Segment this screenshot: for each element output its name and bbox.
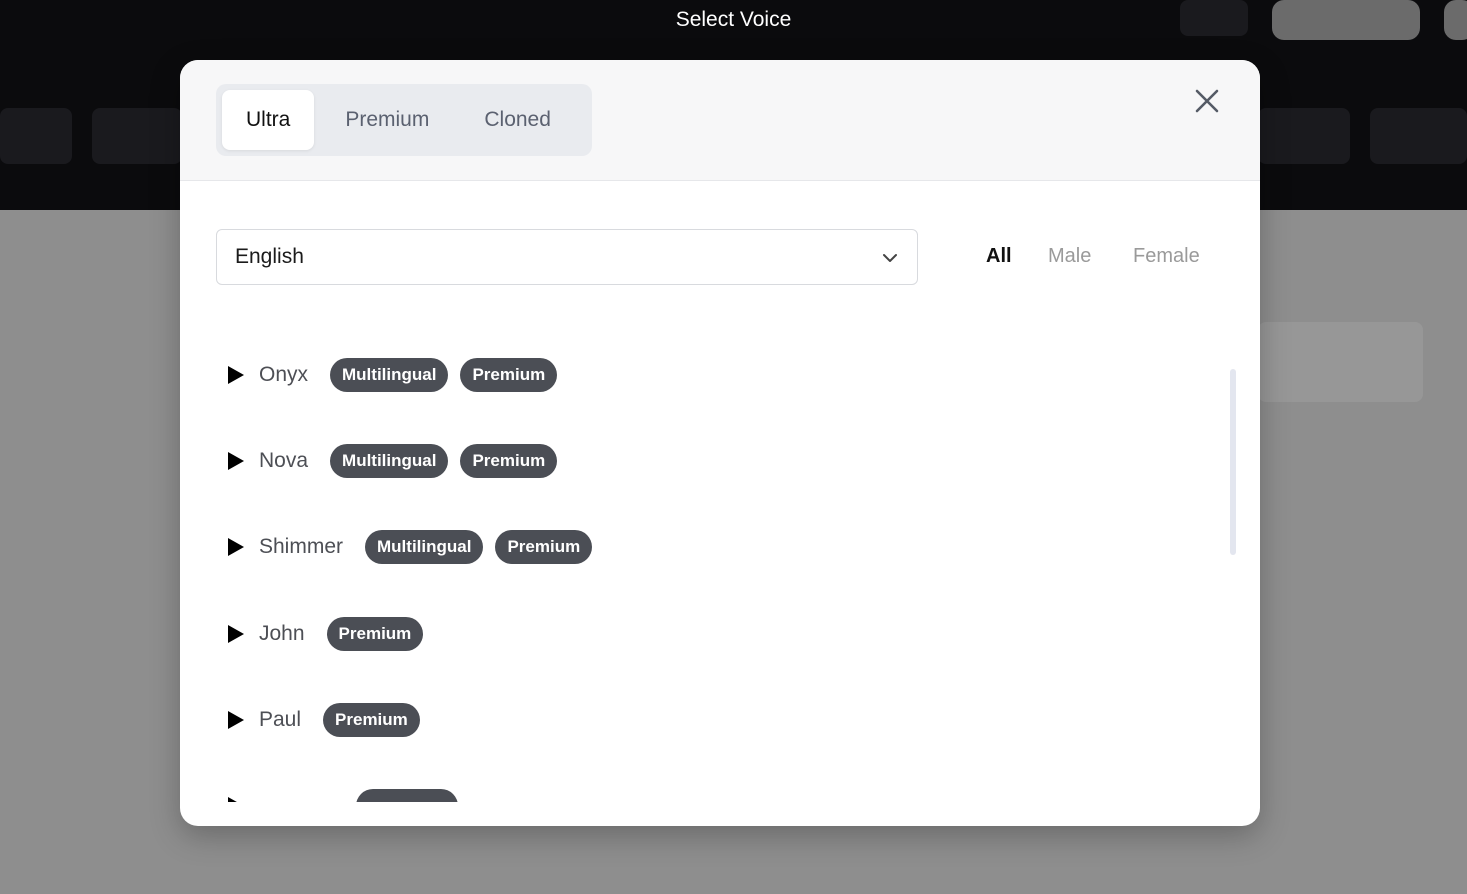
- background-toolbar-chip: [1258, 108, 1350, 164]
- modal-header: Ultra Premium Cloned: [180, 60, 1260, 181]
- voice-list: Onyx Multilingual Premium Nova Multiling…: [216, 330, 1226, 802]
- play-icon[interactable]: [224, 623, 246, 645]
- background-toolbar-chip: [0, 108, 72, 164]
- dialog-title: Select Voice: [675, 8, 792, 31]
- premium-badge: Premium: [495, 530, 593, 564]
- voice-row-partial[interactable]: [216, 786, 470, 802]
- language-select-value: English: [235, 245, 304, 268]
- play-icon[interactable]: [224, 450, 246, 472]
- voice-list-scrollbar[interactable]: [1230, 369, 1236, 555]
- premium-badge: Premium: [460, 358, 558, 392]
- multilingual-badge: Multilingual: [330, 358, 449, 392]
- voice-row-john[interactable]: John Premium: [216, 614, 435, 654]
- premium-badge: Premium: [460, 444, 558, 478]
- voice-tier-tabs: Ultra Premium Cloned: [216, 84, 592, 156]
- gender-filter-female[interactable]: Female: [1133, 245, 1200, 268]
- language-select[interactable]: English: [216, 229, 918, 285]
- voice-name: Nova: [259, 449, 309, 472]
- voice-row-nova[interactable]: Nova Multilingual Premium: [216, 441, 569, 481]
- play-icon[interactable]: [224, 536, 246, 558]
- premium-badge: Premium: [326, 617, 424, 651]
- gender-filter-male[interactable]: Male: [1048, 245, 1091, 268]
- background-toolbar-chip: [92, 108, 182, 164]
- play-icon[interactable]: [224, 795, 246, 802]
- voice-name: Shimmer: [259, 535, 344, 558]
- premium-badge: Premium: [323, 703, 420, 737]
- voice-row-paul[interactable]: Paul Premium: [216, 700, 432, 740]
- play-icon[interactable]: [224, 364, 246, 386]
- tab-premium[interactable]: Premium: [314, 90, 457, 150]
- premium-badge: [356, 789, 458, 802]
- play-icon[interactable]: [224, 709, 246, 731]
- voice-row-onyx[interactable]: Onyx Multilingual Premium: [216, 355, 569, 395]
- tab-cloned[interactable]: Cloned: [457, 90, 575, 150]
- background-card: [1258, 322, 1423, 402]
- close-button[interactable]: [1192, 86, 1222, 116]
- select-voice-modal: Ultra Premium Cloned English All Male Fe…: [180, 60, 1260, 826]
- voice-name: Onyx: [259, 363, 309, 386]
- voice-name: John: [259, 622, 305, 645]
- close-icon: [1195, 89, 1219, 113]
- tab-ultra[interactable]: Ultra: [222, 90, 315, 150]
- chevron-down-icon: [883, 254, 897, 262]
- background-toolbar-chip: [1370, 108, 1467, 164]
- voice-row-shimmer[interactable]: Shimmer Multilingual Premium: [216, 527, 604, 567]
- multilingual-badge: Multilingual: [330, 444, 449, 478]
- voice-name: Paul: [259, 708, 302, 731]
- multilingual-badge: Multilingual: [365, 530, 484, 564]
- gender-filter-all[interactable]: All: [986, 245, 1012, 268]
